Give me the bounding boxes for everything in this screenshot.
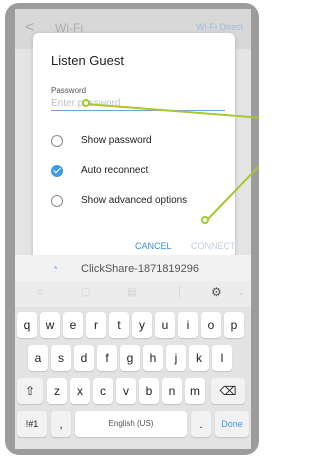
key-m[interactable]: m <box>185 378 205 404</box>
clipboard-icon[interactable]: ▤ <box>127 287 136 298</box>
auto-reconnect-option[interactable]: Auto reconnect <box>51 163 231 181</box>
show-password-option[interactable]: Show password <box>51 133 231 151</box>
connect-button[interactable]: CONNECT <box>191 241 236 251</box>
key-v[interactable]: v <box>116 378 136 404</box>
keyboard: q w e r t y u i o p a s d f g h j k l ⇧ … <box>15 307 251 449</box>
wifi-password-dialog: Listen Guest Password Show password Auto… <box>33 33 236 265</box>
dialog-title: Listen Guest <box>51 53 124 68</box>
key-w[interactable]: w <box>40 312 60 338</box>
auto-reconnect-label: Auto reconnect <box>81 165 149 176</box>
emoji-icon[interactable]: ☺ <box>35 287 45 298</box>
password-label: Password <box>51 86 87 95</box>
key-x[interactable]: x <box>70 378 90 404</box>
keyboard-toolbar: ☺ ▢ ▤ │ ⚙ ⌄ <box>15 281 251 307</box>
wifi-signal-icon: ◔ <box>51 261 59 275</box>
mic-icon[interactable]: │ <box>177 287 183 298</box>
key-z[interactable]: z <box>47 378 67 404</box>
backspace-key[interactable]: ⌫ <box>211 378 245 404</box>
network-name: ClickShare-1871819296 <box>81 263 200 275</box>
phone-frame: < Wi-Fi Wi-Fi Direct Listen Guest Passwo… <box>5 3 259 455</box>
space-key[interactable]: English (US) <box>75 411 187 437</box>
chevron-down-icon[interactable]: ⌄ <box>237 287 245 298</box>
comma-key[interactable]: , <box>51 411 71 437</box>
show-password-label: Show password <box>81 135 152 146</box>
period-key[interactable]: . <box>191 411 211 437</box>
key-s[interactable]: s <box>51 345 71 371</box>
key-f[interactable]: f <box>97 345 117 371</box>
key-a[interactable]: a <box>28 345 48 371</box>
key-r[interactable]: r <box>86 312 106 338</box>
key-p[interactable]: p <box>224 312 244 338</box>
key-e[interactable]: e <box>63 312 83 338</box>
key-g[interactable]: g <box>120 345 140 371</box>
key-q[interactable]: q <box>17 312 37 338</box>
symbols-key[interactable]: !#1 <box>17 411 47 437</box>
auto-reconnect-checkbox[interactable] <box>51 165 63 177</box>
done-key[interactable]: Done <box>215 411 249 437</box>
key-o[interactable]: o <box>201 312 221 338</box>
key-y[interactable]: y <box>132 312 152 338</box>
network-list-item[interactable]: ◔ ClickShare-1871819296 <box>15 255 251 281</box>
gear-icon[interactable]: ⚙ <box>211 285 222 299</box>
key-k[interactable]: k <box>189 345 209 371</box>
key-b[interactable]: b <box>139 378 159 404</box>
show-password-radio[interactable] <box>51 135 63 147</box>
advanced-options-label: Show advanced options <box>81 195 188 206</box>
key-n[interactable]: n <box>162 378 182 404</box>
sticker-icon[interactable]: ▢ <box>81 287 90 298</box>
shift-key[interactable]: ⇧ <box>17 378 43 404</box>
key-u[interactable]: u <box>155 312 175 338</box>
key-t[interactable]: t <box>109 312 129 338</box>
key-d[interactable]: d <box>74 345 94 371</box>
cancel-button[interactable]: CANCEL <box>135 241 172 251</box>
key-j[interactable]: j <box>166 345 186 371</box>
key-c[interactable]: c <box>93 378 113 404</box>
callout-dot-connect <box>201 216 209 224</box>
key-i[interactable]: i <box>178 312 198 338</box>
callout-dot-password <box>82 99 90 107</box>
advanced-options-option[interactable]: Show advanced options <box>51 193 231 211</box>
key-h[interactable]: h <box>143 345 163 371</box>
screen: < Wi-Fi Wi-Fi Direct Listen Guest Passwo… <box>15 9 251 449</box>
key-l[interactable]: l <box>212 345 232 371</box>
advanced-options-radio[interactable] <box>51 195 63 207</box>
